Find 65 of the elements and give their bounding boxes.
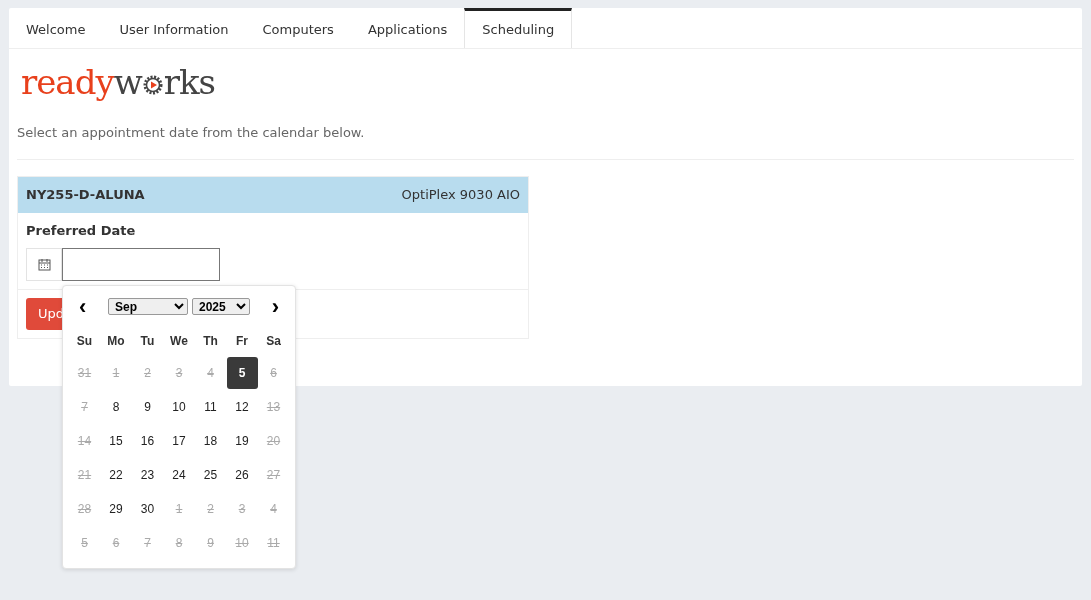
next-month-button[interactable]: › <box>265 295 285 318</box>
calendar-day[interactable]: 16 <box>132 424 163 457</box>
calendar-day[interactable]: 11 <box>195 390 226 423</box>
calendar-day: 13 <box>258 390 289 423</box>
calendar-day: 11 <box>258 526 289 559</box>
calendar-day[interactable]: 19 <box>226 424 258 457</box>
weekday-label: Mo <box>106 332 126 350</box>
calendar-day[interactable]: 10 <box>163 390 195 423</box>
weekday-label: Th <box>202 332 219 350</box>
tab[interactable]: Scheduling <box>464 8 573 48</box>
device-name: NY255-D-ALUNA <box>26 185 145 204</box>
weekday-label: Fr <box>235 332 249 350</box>
calendar-day: 21 <box>69 458 100 491</box>
instruction-text: Select an appointment date from the calendar below. <box>17 123 1074 160</box>
calendar-day[interactable]: 22 <box>100 458 132 491</box>
weekday-label: Su <box>75 332 94 350</box>
calendar-day: 31 <box>69 356 100 389</box>
calendar-day: 7 <box>69 390 100 423</box>
calendar-day: 20 <box>258 424 289 457</box>
calendar-day[interactable]: 12 <box>226 390 258 423</box>
calendar-day: 28 <box>69 492 100 525</box>
tab[interactable]: Applications <box>350 8 465 48</box>
calendar-day: 1 <box>163 492 195 525</box>
calendar-day: 3 <box>226 492 258 525</box>
calendar-day: 2 <box>132 356 163 389</box>
calendar-day[interactable]: 30 <box>132 492 163 525</box>
month-select[interactable]: Sep <box>108 298 188 315</box>
calendar-day[interactable]: 5 <box>226 356 258 389</box>
weekday-label: Tu <box>139 332 156 350</box>
calendar-day: 8 <box>163 526 195 559</box>
calendar-day: 3 <box>163 356 195 389</box>
calendar-day: 7 <box>132 526 163 559</box>
date-input-field[interactable] <box>62 248 220 281</box>
tab[interactable]: Computers <box>245 8 351 48</box>
calendar-icon <box>37 258 51 271</box>
calendar-day: 6 <box>258 356 289 389</box>
calendar-day[interactable]: 29 <box>100 492 132 525</box>
calendar-day: 4 <box>258 492 289 525</box>
calendar-day[interactable]: 18 <box>195 424 226 457</box>
calendar-day: 9 <box>195 526 226 559</box>
calendar-day: 14 <box>69 424 100 457</box>
calendar-day: 1 <box>100 356 132 389</box>
calendar-day[interactable]: 17 <box>163 424 195 457</box>
calendar-day: 10 <box>226 526 258 559</box>
calendar-day: 4 <box>195 356 226 389</box>
calendar-day[interactable]: 24 <box>163 458 195 491</box>
readyworks-logo: readyw rks <box>21 65 217 99</box>
field-label: Preferred Date <box>26 221 137 240</box>
device-model: OptiPlex 9030 AIO <box>401 185 520 204</box>
calendar-day[interactable]: 9 <box>132 390 163 423</box>
weekday-label: We <box>169 332 189 350</box>
calendar-day: 6 <box>100 526 132 559</box>
calendar-day[interactable]: 15 <box>100 424 132 457</box>
calendar-day[interactable]: 23 <box>132 458 163 491</box>
calendar-day[interactable]: 26 <box>226 458 258 491</box>
calendar-day: 5 <box>69 526 100 559</box>
calendar-day[interactable]: 8 <box>100 390 132 423</box>
calendar-day: 2 <box>195 492 226 525</box>
calendar-day[interactable]: 25 <box>195 458 226 491</box>
gear-play-icon <box>141 74 164 96</box>
tab[interactable]: Welcome <box>9 8 103 48</box>
year-select[interactable]: 2025 <box>192 298 250 315</box>
weekday-label: Sa <box>265 332 282 350</box>
tab[interactable]: User Information <box>102 8 246 48</box>
calendar-day: 27 <box>258 458 289 491</box>
